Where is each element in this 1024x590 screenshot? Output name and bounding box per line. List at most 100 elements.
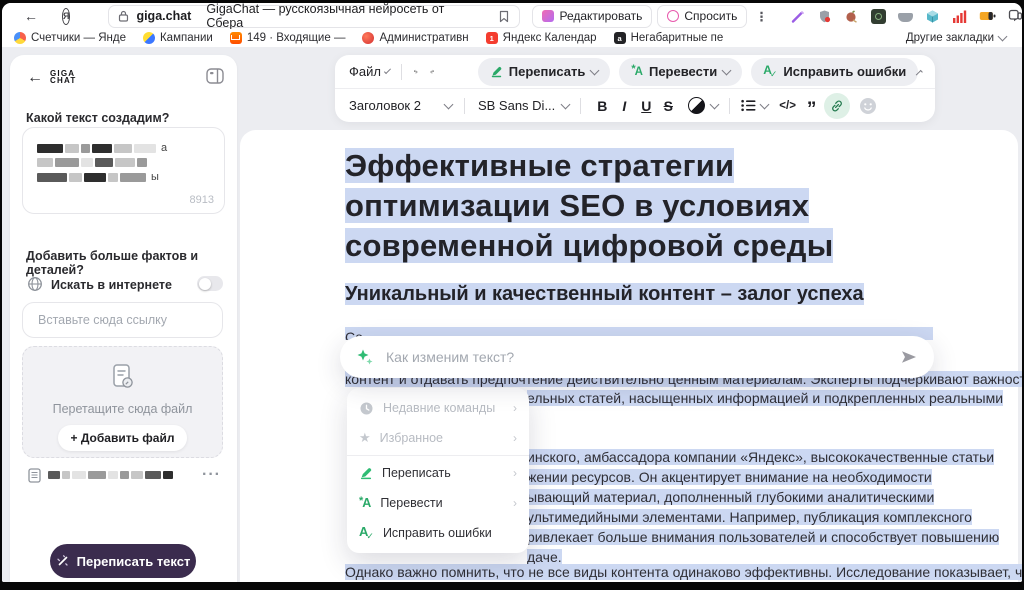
redacted-text: ы [37,171,224,183]
rewrite-text-cta[interactable]: Переписать текст [50,544,196,578]
ask-icon [667,10,679,22]
gigachat-logo: GIGA CHAT [50,70,76,84]
gray-extension-icon[interactable] [898,13,913,22]
link-button[interactable] [824,93,850,119]
paragraph-line: Однако важно помнить, что не все виды ко… [345,562,1022,582]
redacted-filename [48,471,173,479]
bookmarks-bar: Счетчики — Янде Кампании 149 · Входящие … [2,29,1022,48]
undo-icon[interactable] [413,64,418,79]
strikethrough-button[interactable]: S [658,98,678,114]
bold-button[interactable]: B [592,98,612,114]
menu-item-favorites[interactable]: ★ Избранное › [347,423,529,453]
bookmark-item-inbox[interactable]: 149 · Входящие — [230,32,346,44]
file-menu[interactable]: Файл [349,64,381,79]
rewrite-wand-icon [56,554,70,568]
dark-green-extension-icon[interactable] [871,9,886,24]
pen-extension-icon[interactable] [790,9,805,24]
italic-button[interactable]: I [614,98,634,114]
char-counter: 8913 [190,194,214,206]
tabs-extension-icon[interactable] [1008,9,1022,23]
calendar-favicon: 1 [486,32,498,44]
translate-button[interactable]: *A Перевести [619,58,742,86]
address-bar[interactable]: giga.chat GigaChat — русскоязычная нейро… [108,5,520,28]
chevron-down-icon [444,99,454,109]
mail-favicon [230,32,242,44]
command-input[interactable] [384,348,900,366]
sparkle-icon [356,348,374,366]
send-icon[interactable] [900,349,918,365]
admin-favicon [362,32,374,44]
direct-favicon [143,32,155,44]
file-icon [28,468,41,483]
quote-button[interactable]: ” [807,105,817,115]
document-subheading: Уникальный и качественный контент – зало… [345,283,864,306]
bookmark-item-oversized[interactable]: a Негабаритные пе [614,32,724,44]
bookmark-item-campaigns[interactable]: Кампании [143,32,213,44]
file-dropzone[interactable]: Перетащите сюда файл + Добавить файл [22,346,223,458]
sidebar-back-icon[interactable]: ← [27,70,43,86]
translate-icon: *A [631,64,643,79]
browser-window: ← Я giga.chat GigaChat — русскоязычная н… [2,3,1022,582]
menu-item-recent[interactable]: Недавние команды › [347,393,529,423]
edit-button[interactable]: Редактировать [532,5,652,28]
star-icon: ★ [359,430,371,446]
back-icon[interactable]: ← [24,9,38,23]
link-input[interactable] [36,312,210,328]
menu-divider [347,455,529,456]
paragraph-fragments: инского, амбассадора компании «Яндекс», … [527,447,999,567]
chevron-down-icon [384,67,391,74]
redacted-text [37,158,224,167]
bookmark-item-metrika[interactable]: Счетчики — Янде [14,32,126,44]
menu-item-rewrite[interactable]: Переписать › [347,458,529,488]
ask-button[interactable]: Спросить [657,5,747,28]
battery-extension-icon[interactable] [979,10,996,22]
berry-extension-icon[interactable] [844,9,859,24]
chart-extension-icon[interactable] [952,9,967,23]
menu-item-fix-errors[interactable]: A✓ Исправить ошибки [347,518,529,548]
yandex-browser-icon[interactable]: Я [62,8,70,25]
bookmark-item-calendar[interactable]: 1 Яндекс Календар [486,32,597,44]
chevron-right-icon: › [513,431,517,445]
browser-toolbar: ← Я giga.chat GigaChat — русскоязычная н… [2,3,1022,29]
chevron-right-icon: › [513,496,517,510]
collapse-panel-icon[interactable] [206,68,224,84]
redo-icon[interactable] [430,64,435,79]
prompt-textarea[interactable]: а ы 8913 [22,127,225,214]
document-title: Эффективные стратегии оптимизации SEO в … [345,146,833,266]
search-internet-toggle[interactable] [197,276,223,291]
chevron-down-icon [561,99,571,109]
other-bookmarks-button[interactable]: Другие закладки [906,32,1006,44]
cube-extension-icon[interactable] [925,9,940,24]
globe-icon [27,276,43,292]
translate-icon: *A [359,496,371,510]
prompt-question-label: Какой текст создадим? [26,111,169,125]
page-title: GigaChat — русскоязычная нейросеть от Сб… [206,3,484,30]
chevron-down-icon [710,99,720,109]
fix-errors-button[interactable]: A✓ Исправить ошибки [751,58,918,86]
dark-favicon: a [614,32,626,44]
paragraph-style-select[interactable]: Заголовок 2 [349,98,421,113]
font-select[interactable]: SB Sans Di... [478,98,555,113]
menu-item-translate[interactable]: *A Перевести › [347,488,529,518]
underline-button[interactable]: U [636,98,656,114]
redacted-text: а [37,142,224,154]
file-menu-dots[interactable]: ··· [202,466,221,484]
chevron-down-icon [590,65,600,75]
add-file-button[interactable]: + Добавить файл [58,425,188,451]
chevron-right-icon: › [513,401,517,415]
chip-menu-dots[interactable]: ⋮ [755,9,768,24]
extensions-area [790,9,1022,24]
emoji-button[interactable] [859,97,877,115]
shield-extension-icon[interactable] [817,9,832,24]
list-button[interactable] [741,99,756,112]
pen-icon [359,466,373,480]
save-bookmark-icon[interactable] [498,10,510,23]
text-color-button[interactable] [688,97,705,114]
editor-toolbar: Файл Переписать [335,55,935,122]
code-button[interactable]: </> [779,100,796,112]
rewrite-button[interactable]: Переписать [478,58,611,86]
attached-file-row[interactable]: ··· [28,466,221,484]
document-page[interactable]: Эффективные стратегии оптимизации SEO в … [240,130,1018,582]
chevron-down-icon [760,99,770,109]
bookmark-item-admin[interactable]: Административн [362,32,468,44]
